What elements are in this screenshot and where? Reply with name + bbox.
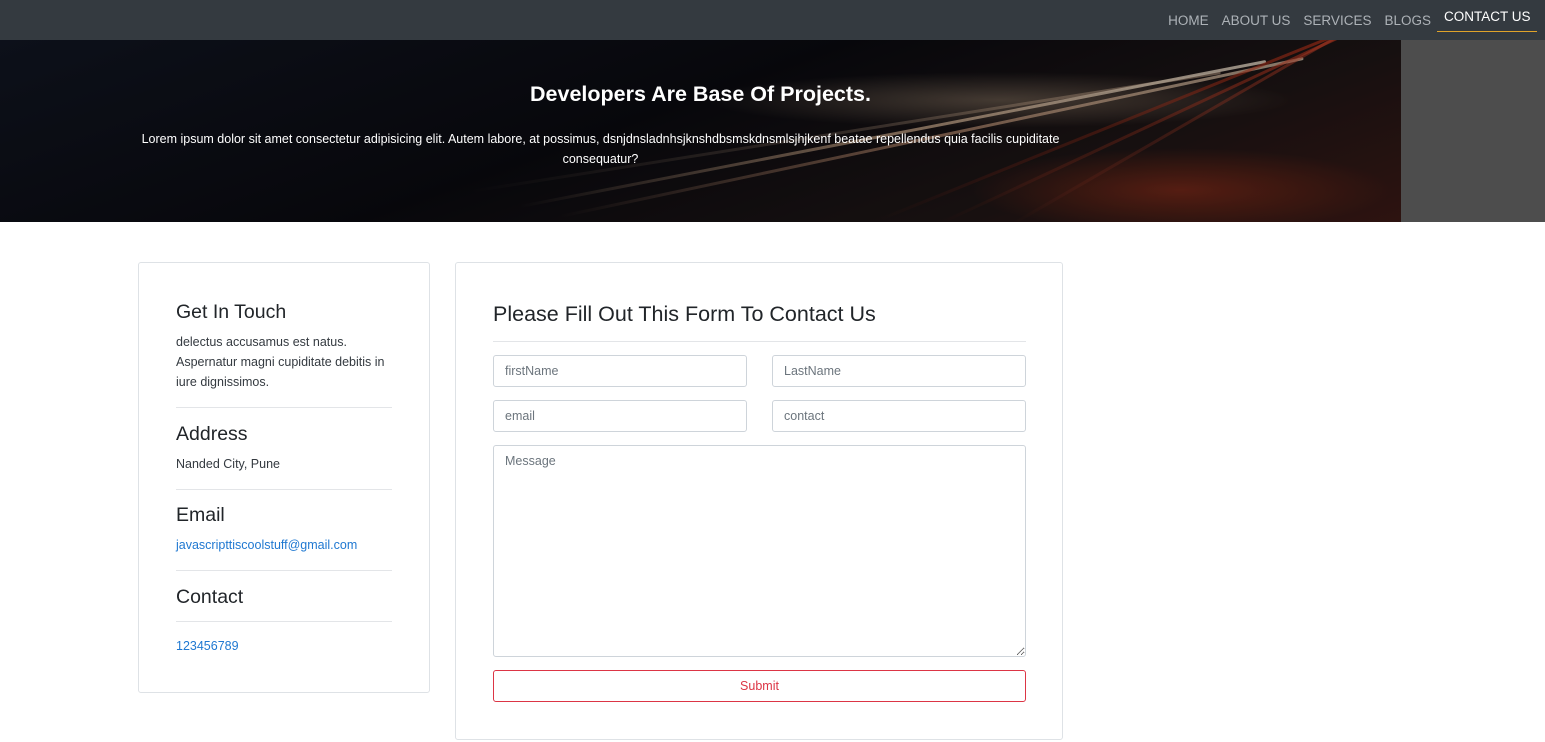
nav-blogs[interactable]: BLOGS [1378, 0, 1438, 40]
divider [176, 407, 392, 408]
nav-links: HOME ABOUT US SERVICES BLOGS CONTACT US [1162, 0, 1537, 40]
address-heading: Address [176, 423, 248, 445]
submit-button[interactable]: Submit [493, 670, 1026, 702]
get-in-touch-text: delectus accusamus est natus. Aspernatur… [176, 335, 385, 389]
form-title: Please Fill Out This Form To Contact Us [493, 302, 876, 326]
contact-number-row: 123456789 [176, 636, 392, 656]
contact-input[interactable] [772, 400, 1026, 432]
address-section: Address Nanded City, Pune [176, 422, 392, 474]
navbar: HOME ABOUT US SERVICES BLOGS CONTACT US [0, 0, 1545, 40]
email-link[interactable]: javascripttiscoolstuff@gmail.com [176, 535, 392, 555]
divider [176, 621, 392, 622]
email-input[interactable] [493, 400, 747, 432]
divider [176, 489, 392, 490]
nav-about-us[interactable]: ABOUT US [1215, 0, 1297, 40]
contact-section: Contact [176, 585, 392, 609]
nav-services[interactable]: SERVICES [1297, 0, 1378, 40]
divider [176, 570, 392, 571]
contact-info-card: Get In Touch delectus accusamus est natu… [138, 262, 430, 693]
email-section: Email javascripttiscoolstuff@gmail.com [176, 503, 392, 555]
last-name-input[interactable] [772, 355, 1026, 387]
get-in-touch-section: Get In Touch delectus accusamus est natu… [176, 300, 392, 392]
message-textarea[interactable] [493, 445, 1026, 657]
nav-home[interactable]: HOME [1162, 0, 1216, 40]
contact-number-link[interactable]: 123456789 [176, 639, 239, 653]
contact-heading: Contact [176, 586, 244, 608]
nav-contact-us[interactable]: CONTACT US [1437, 0, 1537, 32]
hero-title: Developers Are Base Of Projects. [530, 82, 871, 106]
divider [493, 341, 1026, 342]
hero-text: Lorem ipsum dolor sit amet consectetur a… [141, 132, 1060, 166]
hero-banner: Developers Are Base Of Projects. Lorem i… [0, 40, 1545, 222]
get-in-touch-heading: Get In Touch [176, 301, 287, 323]
address-text: Nanded City, Pune [176, 457, 280, 471]
contact-form-card: Please Fill Out This Form To Contact Us … [455, 262, 1063, 740]
first-name-input[interactable] [493, 355, 747, 387]
email-heading: Email [176, 504, 225, 526]
